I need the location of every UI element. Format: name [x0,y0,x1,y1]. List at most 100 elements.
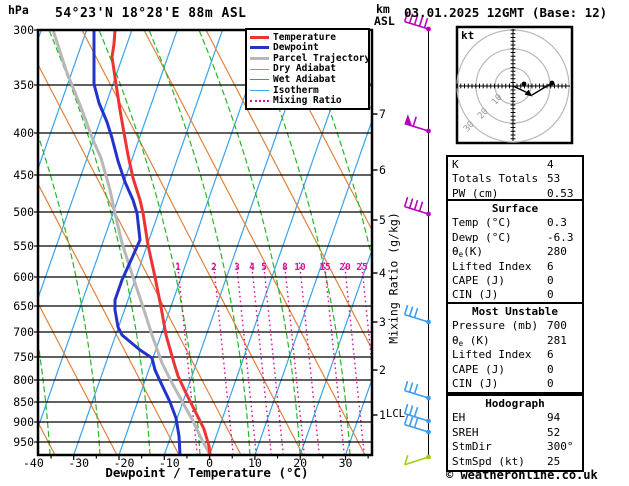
table-row: θe(K) 280 [448,245,582,259]
wind-barb [403,403,431,424]
table-row-label: SREH [452,425,479,439]
table-row-value: 0 [547,288,554,302]
index-table: Hodograph EH 94 SREH 52 StmDir 300° StmSpd (kt)… [446,394,584,472]
isotherm-line [38,30,178,430]
mixing-ratio-tick-label: 2 [211,262,217,273]
table-row-value: 53 [547,172,561,186]
table-row: StmSpd (kt) 25 [448,455,582,469]
km-tick-label: 6 [379,162,386,177]
asl-axis-unit: ASL [374,14,395,28]
wind-barb [403,380,431,401]
km-tick-label: 2 [379,362,386,377]
table-section-header: Most Unstable [471,305,559,318]
station-title: 54°23'N 18°28'E 88m ASL [55,6,247,21]
table-row-label: Lifted Index [452,348,532,362]
table-row-value: 280 [547,245,567,259]
table-section-header: Surface [491,202,539,215]
mixing-ratio-tick-label: 10 [294,262,306,273]
pressure-tick-label: 650 [13,298,34,313]
pressure-tick-label: 450 [13,167,34,182]
table-row-value: 281 [547,333,567,347]
legend-item-label: Dewpoint [273,42,319,54]
legend-item-label: Temperature [273,31,336,43]
table-row-value: 300° [547,440,574,454]
temperature-tick-label: -20 [113,456,135,470]
table-row: StmDir 300° [448,440,582,454]
table-row: CAPE (J) 0 [448,274,582,288]
table-row: Temp (°C) 0.3 [448,216,582,230]
table-row-label: K [452,158,459,171]
legend-item-label: Dry Adiabat [273,63,336,75]
legend-item-label: Wet Adiabat [273,73,336,85]
index-table: K 4 Totals Totals 53 PW (cm) 0.53 [446,155,584,205]
pressure-tick-label: 300 [13,22,34,37]
temperature-tick-label: -40 [23,456,44,470]
temperature-tick-label: 0 [206,456,214,470]
mixing-ratio-tick-label: 15 [319,262,331,273]
table-row-label: θe(K) [452,245,484,260]
pressure-axis-unit: hPa [8,3,29,17]
pressure-tick-label: 700 [13,324,34,339]
table-row: Lifted Index 6 [448,260,582,274]
km-tick-label: 1 [379,407,386,422]
wind-barb [403,196,431,217]
km-tick-label: 5 [379,212,386,227]
table-row-value: 0.3 [547,216,567,230]
legend-item: Isotherm [250,85,368,96]
mixing-ratio-tick-label: 25 [356,262,368,273]
table-row: SREH 52 [448,426,582,440]
mixing-ratio-tick-label: 8 [282,262,288,273]
table-row: CIN (J) 0 [448,377,582,391]
index-table: Most Unstable Pressure (mb) 700 θe (K) 281 Li… [446,302,584,395]
table-row-label: θe (K) [452,333,490,348]
table-row: CAPE (J) 0 [448,363,582,377]
lcl-marker-label: LCL [386,408,405,420]
legend-item: Wet Adiabat [250,74,368,85]
legend-line-sample [250,89,269,91]
mixing-ratio-line [212,261,234,455]
table-row: Dewp (°C) -6.3 [448,231,582,245]
hodograph-unit-label: kt [461,29,475,42]
table-row-value: 94 [547,411,561,425]
wind-barb [404,114,431,134]
table-row-value: 0 [547,273,554,287]
legend-item-label: Mixing Ratio [273,95,342,107]
mixing-ratio-line [298,261,320,455]
mixing-ratio-tick-label: 1 [175,262,181,273]
table-row-label: CAPE (J) [452,273,505,287]
table-row-label: CAPE (J) [452,362,505,376]
temperature-tick-label: 20 [293,456,308,470]
temperature-tick-label: -30 [68,456,90,470]
legend-item-label: Isotherm [273,84,319,96]
table-row-label: Lifted Index [452,259,532,273]
pressure-tick-label: 800 [13,372,34,387]
table-row: CIN (J) 0 [448,288,582,302]
table-row-value: 700 [547,319,567,333]
wind-barb [403,304,431,325]
mixing-ratio-tick-label: 5 [261,262,267,273]
table-row-label: Dewp (°C) [452,230,512,244]
legend-line-sample [250,56,269,60]
mixing-ratio-line [250,261,272,455]
table-row-label: CIN (J) [452,288,499,302]
table-row: θe (K) 281 [448,334,582,348]
legend-line-sample [250,99,269,102]
legend-item: Dry Adiabat [250,64,368,75]
table-row-label: Pressure (mb) [452,319,539,333]
legend-line-sample [250,46,269,50]
temperature-tick-label: 10 [247,456,262,470]
table-row: Lifted Index 6 [448,348,582,362]
pressure-tick-label: 950 [13,434,34,449]
temperature-tick-label: -10 [158,456,180,470]
index-table: Surface Temp (°C) 0.3 Dewp (°C) -6.3 θe(K) 280… [446,199,584,306]
km-tick-label: 3 [379,314,386,329]
pressure-tick-label: 400 [13,125,34,140]
pressure-tick-label: 350 [13,77,34,92]
dewpoint-curve [92,30,182,455]
pressure-tick-label: 850 [13,394,34,409]
sounding-screen: { "header": { "hpa": "hPa", "title": "54… [0,0,629,486]
table-row: K4 [448,158,582,172]
table-row-value: 6 [547,348,554,362]
pressure-tick-label: 550 [13,238,34,253]
table-row-value: 4 [547,158,554,171]
